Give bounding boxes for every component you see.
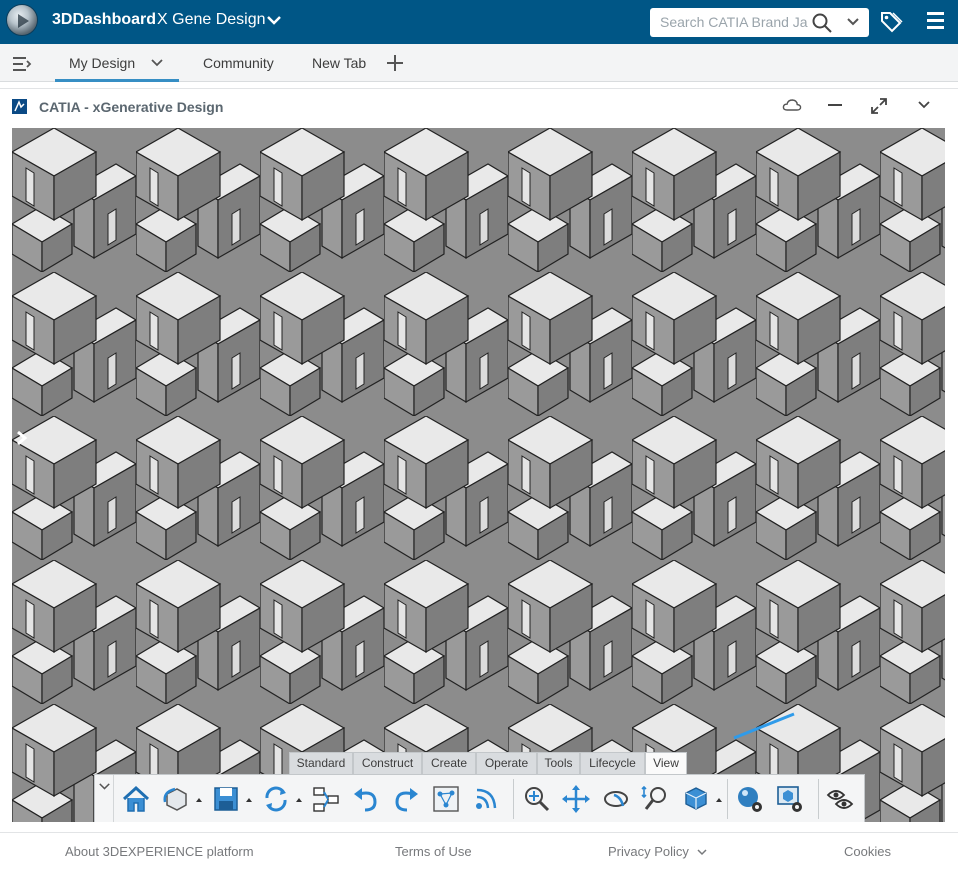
chevron-down-icon[interactable] xyxy=(266,14,282,26)
broadcast-icon[interactable] xyxy=(471,784,501,814)
add-tab-icon[interactable] xyxy=(386,54,404,72)
tab-tools[interactable]: Tools xyxy=(537,752,580,774)
tab-view[interactable]: View xyxy=(645,752,687,774)
tab-construct[interactable]: Construct xyxy=(353,752,422,774)
tree-compare-icon[interactable] xyxy=(311,784,341,814)
tab-operate[interactable]: Operate xyxy=(476,752,537,774)
rotate-icon[interactable] xyxy=(601,784,631,814)
chevron-down-icon[interactable] xyxy=(96,775,114,822)
chevron-down-icon[interactable] xyxy=(917,100,931,110)
tab-new-tab[interactable]: New Tab xyxy=(312,55,366,71)
generative-lattice-model xyxy=(12,128,945,822)
chevron-down-icon[interactable] xyxy=(846,17,860,27)
cloud-icon[interactable] xyxy=(782,97,802,113)
chevron-down-icon[interactable] xyxy=(151,58,163,67)
footer-about-link[interactable]: About 3DEXPERIENCE platform xyxy=(65,844,254,859)
tab-my-design[interactable]: My Design xyxy=(55,44,179,82)
footer-privacy-link[interactable]: Privacy Policy xyxy=(608,844,707,859)
graph-editor-icon[interactable] xyxy=(431,784,461,814)
search-input[interactable] xyxy=(660,14,810,30)
undo-icon[interactable] xyxy=(351,784,381,814)
zoom-area-icon[interactable] xyxy=(521,784,551,814)
save-icon[interactable] xyxy=(211,784,241,814)
refresh-sync-icon[interactable] xyxy=(261,784,291,814)
footer-privacy-label: Privacy Policy xyxy=(608,844,689,859)
footer-cookies-link[interactable]: Cookies xyxy=(844,844,891,859)
action-bar xyxy=(94,774,865,822)
footer-terms-link[interactable]: Terms of Use xyxy=(395,844,472,859)
isometric-view-icon[interactable] xyxy=(681,784,711,814)
dashboard-name[interactable]: X Gene Design xyxy=(157,11,266,29)
home-icon[interactable] xyxy=(121,784,151,814)
compass-logo-icon[interactable] xyxy=(6,4,38,36)
app-name: 3DDashboard xyxy=(52,11,157,28)
material-settings-icon[interactable] xyxy=(735,784,765,814)
tag-icon[interactable] xyxy=(879,10,903,34)
tab-create[interactable]: Create xyxy=(422,752,476,774)
minimize-icon[interactable] xyxy=(826,99,844,111)
tab-label: My Design xyxy=(69,55,136,71)
search-box[interactable] xyxy=(650,8,869,37)
search-icon[interactable] xyxy=(811,12,833,34)
zoom-in-out-icon[interactable] xyxy=(641,784,671,814)
chevron-right-icon[interactable] xyxy=(15,430,29,446)
display-settings-icon[interactable] xyxy=(775,784,805,814)
hide-show-icon[interactable] xyxy=(825,784,855,814)
tab-community[interactable]: Community xyxy=(203,55,274,71)
widget-frame: CATIA - xGenerative Design Standard Cons… xyxy=(0,88,958,833)
top-bar: 3DDashboard X Gene Design xyxy=(0,0,958,44)
maximize-icon[interactable] xyxy=(870,97,888,115)
3d-viewport[interactable]: Standard Construct Create Operate Tools … xyxy=(12,128,945,822)
pan-icon[interactable] xyxy=(561,784,591,814)
orbit-view-icon[interactable] xyxy=(161,784,191,814)
chevron-down-icon xyxy=(697,849,707,856)
sidebar-toggle-icon[interactable] xyxy=(12,56,32,72)
tab-standard[interactable]: Standard xyxy=(289,752,353,774)
catia-logo-icon xyxy=(12,99,27,114)
tab-lifecycle[interactable]: Lifecycle xyxy=(580,752,645,774)
widget-title: CATIA - xGenerative Design xyxy=(39,99,224,115)
footer: About 3DEXPERIENCE platform Terms of Use… xyxy=(0,834,958,870)
hamburger-menu-icon[interactable] xyxy=(927,12,944,33)
redo-icon[interactable] xyxy=(391,784,421,814)
tab-bar: My Design Community New Tab xyxy=(0,44,958,82)
